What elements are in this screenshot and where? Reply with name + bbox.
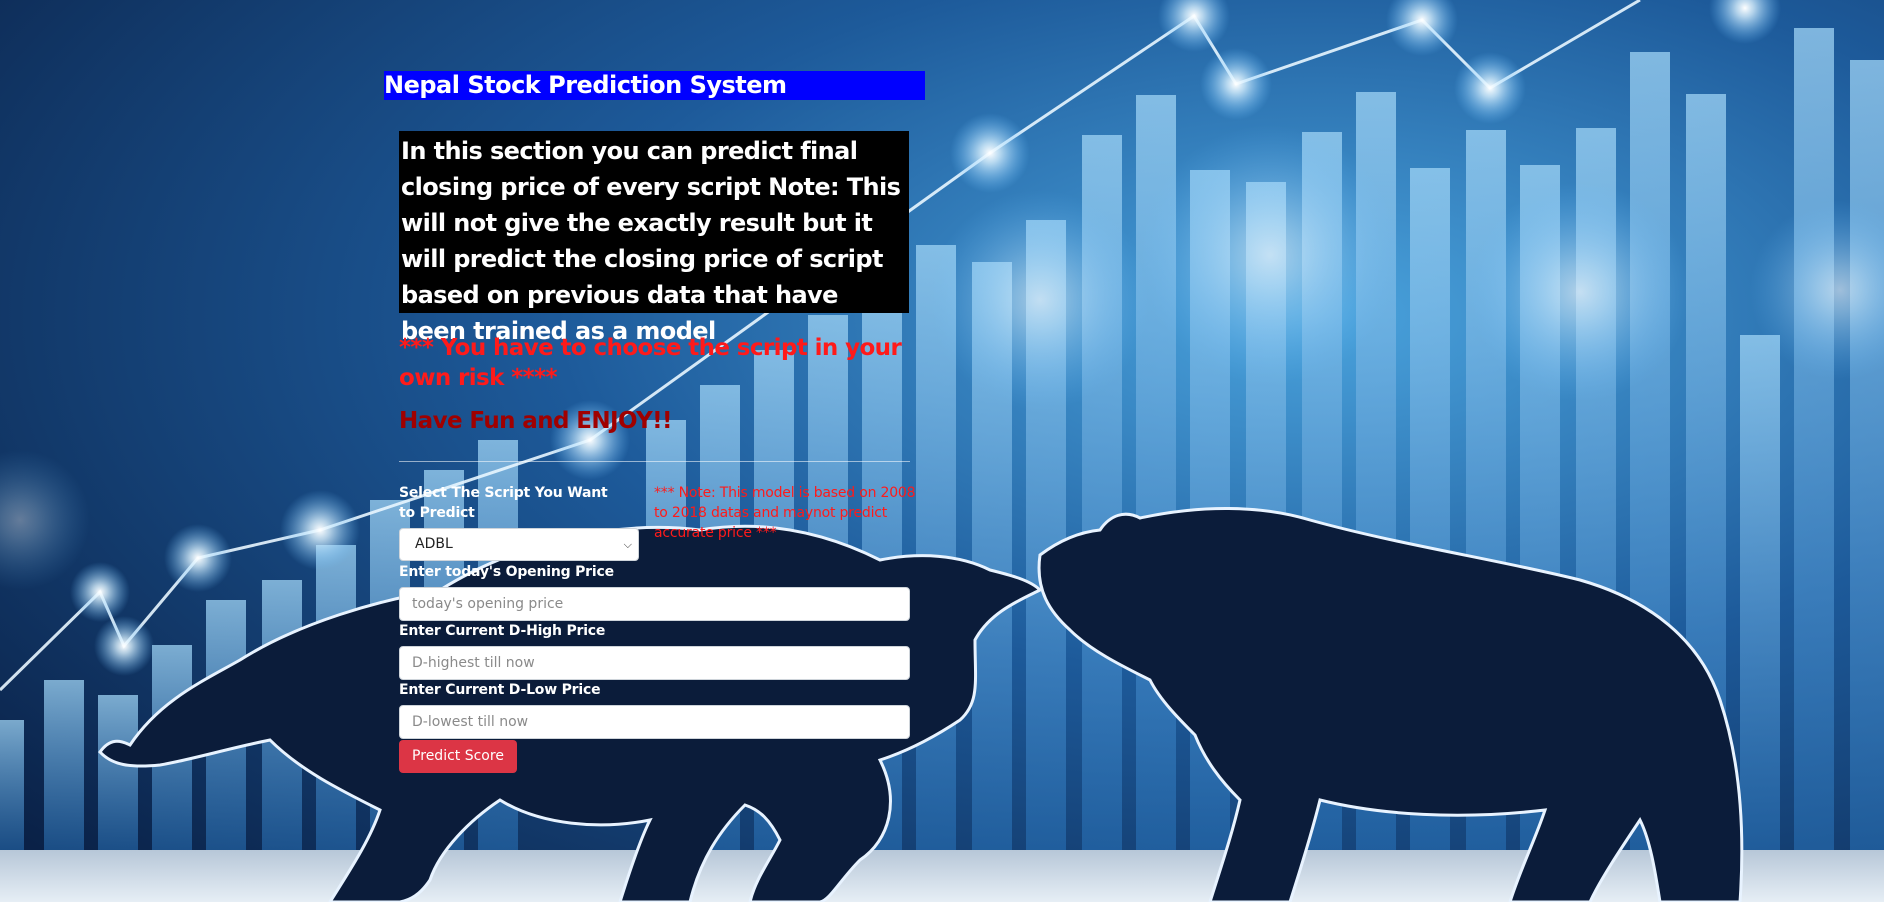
script-select-label: Select The Script You Want to Predict (399, 485, 608, 521)
low-price-label: Enter Current D-Low Price (399, 682, 601, 698)
opening-price-placeholder: today's opening price (412, 596, 564, 612)
low-price-placeholder: D-lowest till now (412, 714, 529, 730)
script-select[interactable]: ADBL ⌵ (399, 528, 639, 561)
high-price-label: Enter Current D-High Price (399, 623, 606, 639)
risk-warning: *** You have to choose the script in you… (399, 335, 902, 391)
chevron-down-icon: ⌵ (623, 538, 632, 551)
script-select-value: ADBL (415, 536, 453, 552)
enjoy-message: Have Fun and ENJOY!! (399, 408, 673, 434)
page-title: Nepal Stock Prediction System (384, 71, 925, 100)
high-price-placeholder: D-highest till now (412, 655, 535, 671)
intro-text: In this section you can predict final cl… (399, 131, 909, 345)
model-note: *** Note: This model is based on 2008 to… (654, 485, 916, 541)
low-price-input[interactable]: D-lowest till now (399, 705, 910, 739)
high-price-input[interactable]: D-highest till now (399, 646, 910, 680)
predict-score-button[interactable]: Predict Score (399, 740, 517, 773)
opening-price-label: Enter today's Opening Price (399, 564, 614, 580)
divider (399, 461, 910, 462)
opening-price-input[interactable]: today's opening price (399, 587, 910, 621)
